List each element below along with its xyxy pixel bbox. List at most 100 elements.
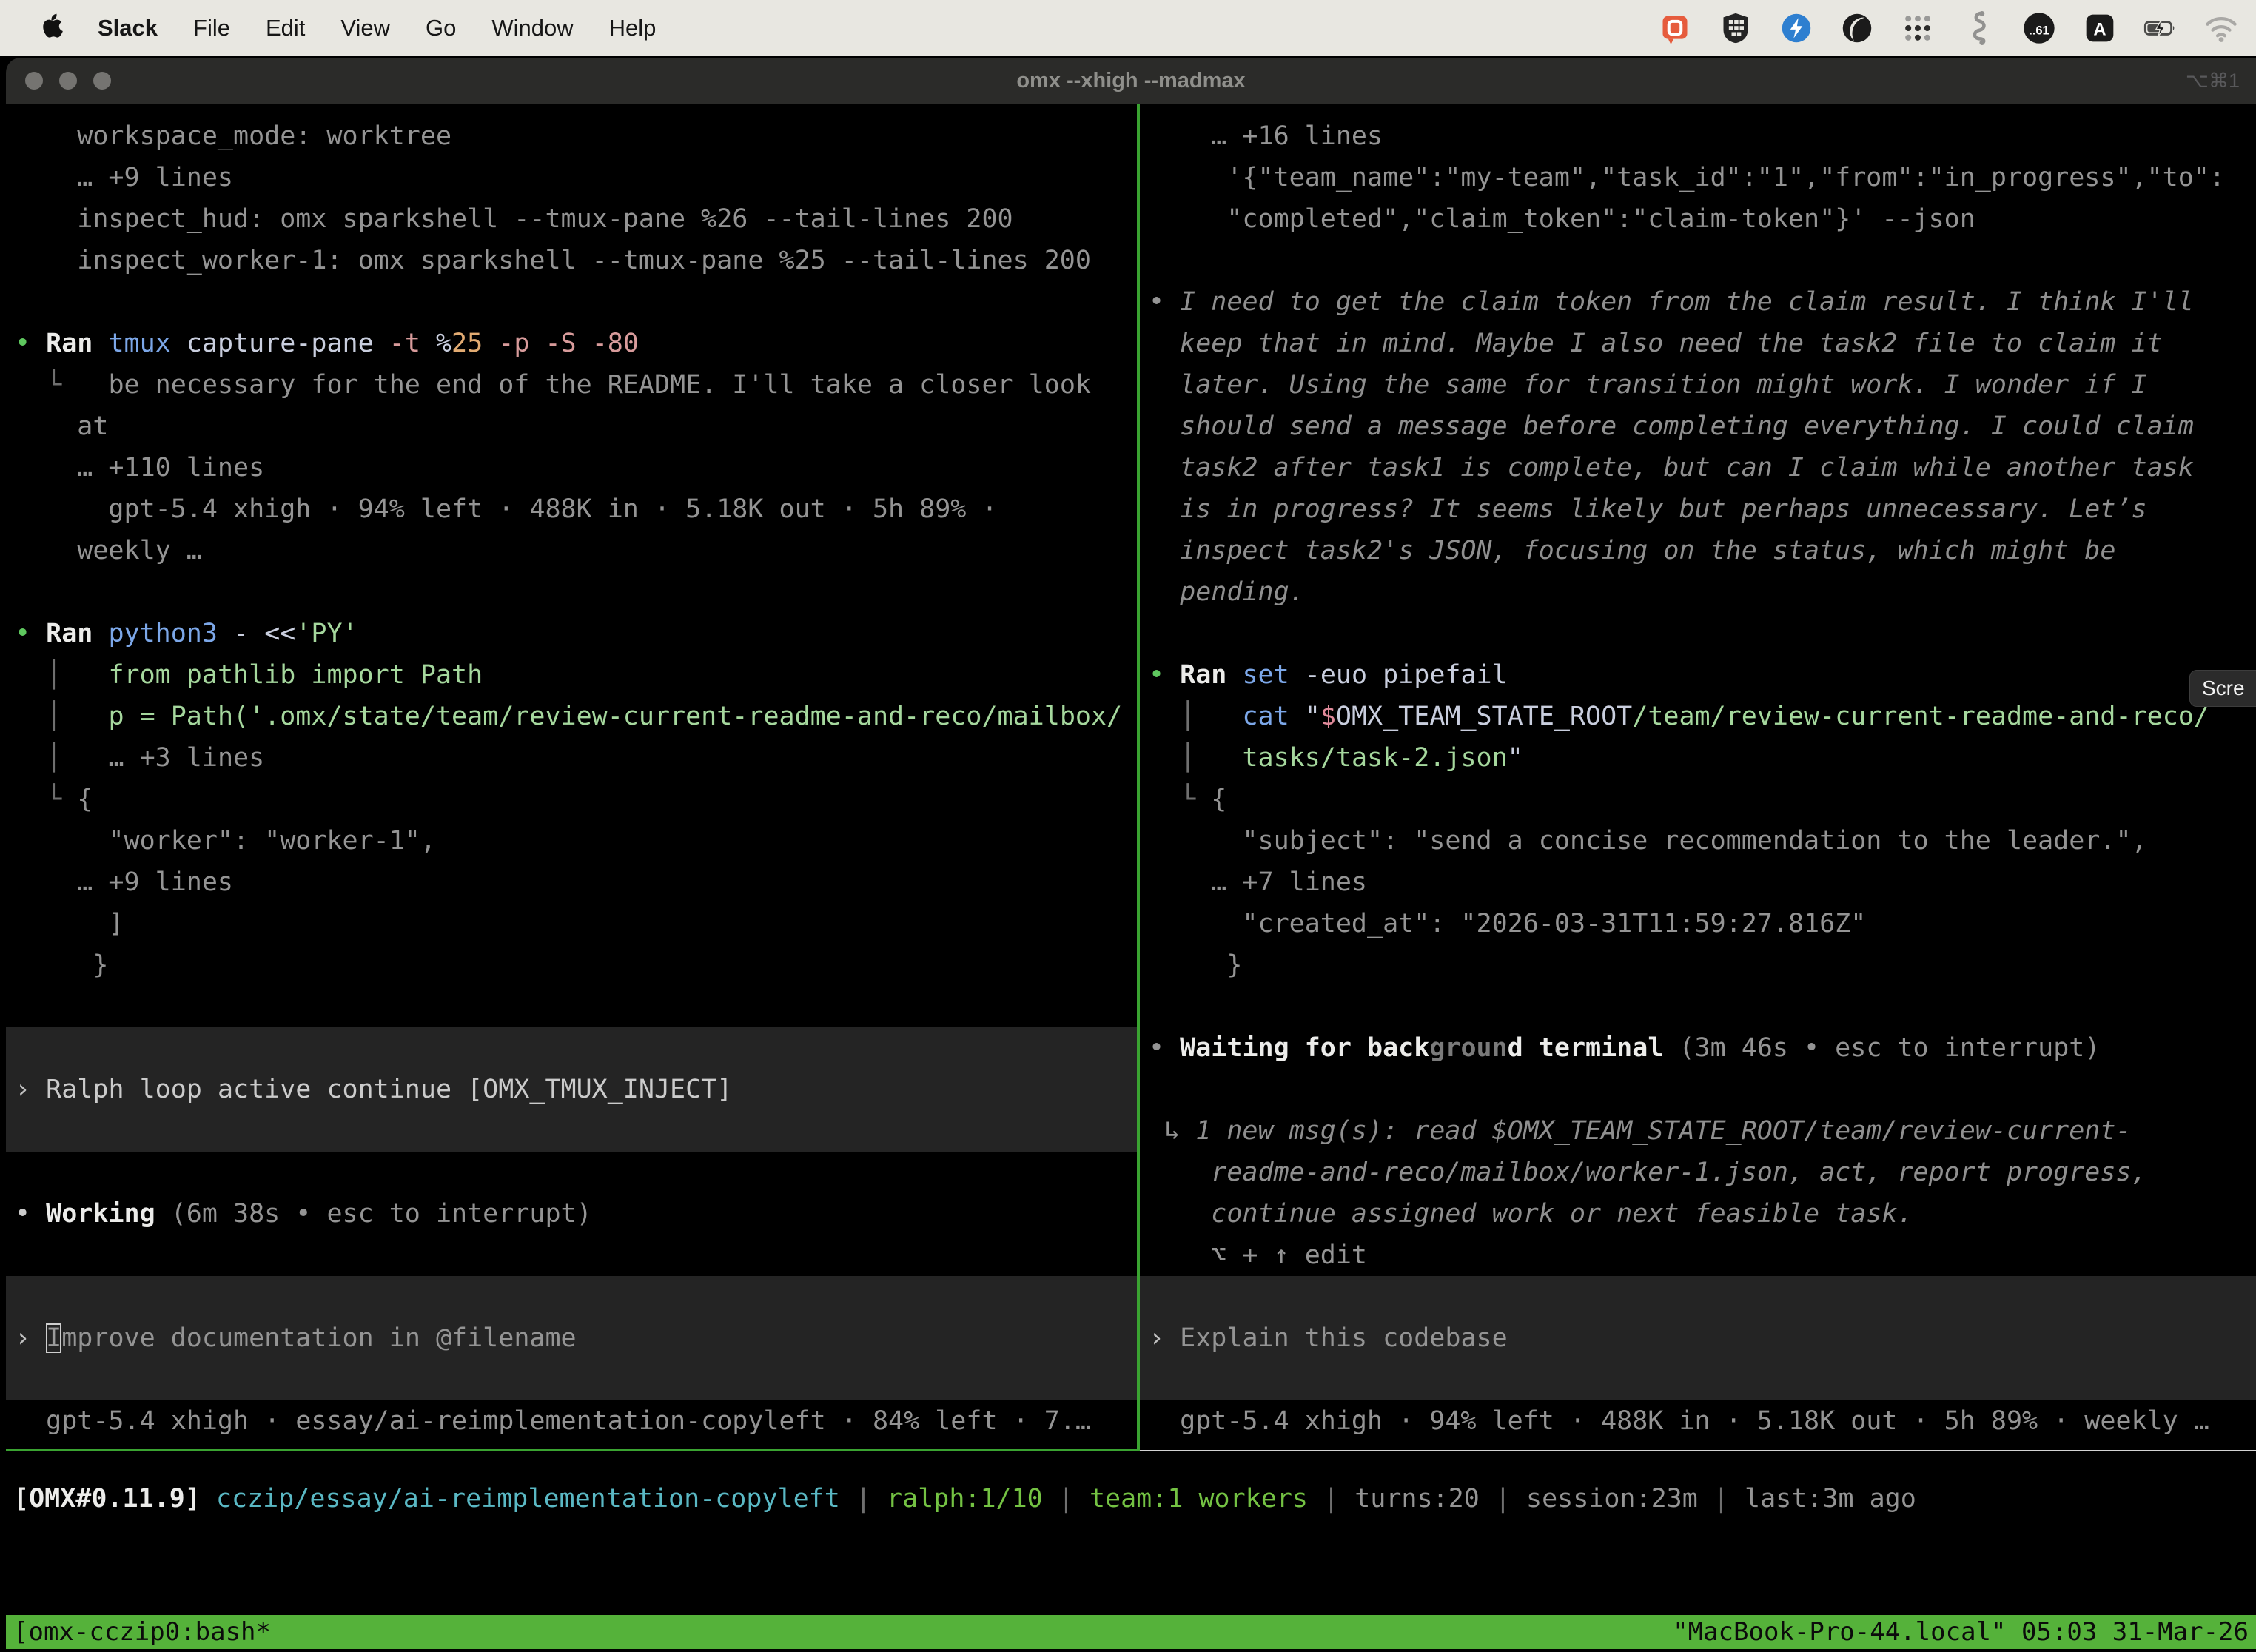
terminal-line: later. Using the same for transition mig… <box>1149 364 2256 406</box>
text-segment: › <box>1149 1323 1180 1353</box>
terminal-line <box>15 1152 1137 1193</box>
text-segment: └ <box>1149 785 1211 814</box>
svg-text:A: A <box>2093 20 2106 40</box>
menu-item-help[interactable]: Help <box>609 15 657 41</box>
terminal-line: at <box>15 406 1137 447</box>
text-segment: … +3 lines <box>77 743 264 773</box>
text-segment: "completed","claim_token":"claim-token"}… <box>1149 204 1975 234</box>
terminal-line <box>1149 240 2256 281</box>
terminal-line: } <box>15 944 1137 986</box>
text-segment: • <box>1149 287 1180 317</box>
screen-tooltip: Scre <box>2189 670 2256 707</box>
terminal-line: pending. <box>1149 571 2256 613</box>
text-segment: Working <box>46 1199 171 1229</box>
terminal-band-line: › Explain this codebase <box>1140 1317 2256 1359</box>
text-segment: set <box>1242 660 1304 690</box>
terminal-band-line <box>6 1359 1137 1400</box>
terminal-line <box>15 571 1137 613</box>
terminal-line: • Ran tmux capture-pane -t %25 -p -S -80 <box>15 323 1137 364</box>
text-segment: << <box>264 619 295 648</box>
text-segment: … +9 lines <box>15 163 233 192</box>
text-segment: I <box>46 1323 61 1353</box>
terminal-line: • I need to get the claim token from the… <box>1149 281 2256 323</box>
shield-grid-icon[interactable] <box>1719 11 1753 45</box>
terminal-line: "completed","claim_token":"claim-token"}… <box>1149 198 2256 240</box>
text-segment: tmux <box>108 329 186 358</box>
left-terminal-pane[interactable]: workspace_mode: worktree … +9 lines insp… <box>6 104 1137 1451</box>
text-segment: weekly … <box>15 536 202 565</box>
dots-grid-icon[interactable] <box>1901 11 1935 45</box>
window-title-bar[interactable]: omx --xhigh --madmax ⌥⌘1 <box>6 58 2256 104</box>
terminal-band-line <box>6 1027 1137 1069</box>
text-segment: I need to get the claim token from the c… <box>1180 287 2194 317</box>
menu-item-edit[interactable]: Edit <box>266 15 305 41</box>
menu-item-view[interactable]: View <box>340 15 390 41</box>
text-segment: - <box>233 619 264 648</box>
input-a-icon[interactable]: A <box>2083 11 2117 45</box>
text-segment: │ <box>15 702 108 731</box>
percent-badge-icon[interactable]: ..61 <box>2022 11 2056 45</box>
wifi-icon[interactable] <box>2204 11 2238 45</box>
text-segment: ralph:1/10 <box>887 1484 1043 1514</box>
crescent-icon[interactable] <box>1840 11 1874 45</box>
apple-icon[interactable] <box>38 12 68 44</box>
text-segment: inspect task2's JSON, focusing on the st… <box>1149 536 2115 565</box>
terminal-line: continue assigned work or next feasible … <box>1149 1193 2256 1235</box>
terminal-line: should send a message before completing … <box>1149 406 2256 447</box>
terminal-line: inspect_hud: omx sparkshell --tmux-pane … <box>15 198 1137 240</box>
text-segment: ⌥ + ↑ edit <box>1149 1240 1367 1270</box>
text-segment: inspect_hud: omx sparkshell --tmux-pane … <box>15 204 1013 234</box>
terminal-window: omx --xhigh --madmax ⌥⌘1 workspace_mode:… <box>6 58 2256 1652</box>
window-shortcut-hint: ⌥⌘1 <box>2186 70 2240 93</box>
text-segment: • <box>15 1199 46 1229</box>
terminal-line: inspect_worker-1: omx sparkshell --tmux-… <box>15 240 1137 281</box>
terminal-band-line <box>1140 1276 2256 1317</box>
terminal-line: ] <box>15 903 1137 944</box>
terminal-line: inspect task2's JSON, focusing on the st… <box>1149 530 2256 571</box>
text-segment: gpt-5.4 xhigh · 94% left · 488K in · 5.1… <box>15 494 998 524</box>
battery-icon[interactable] <box>2143 11 2178 45</box>
text-segment: d terminal <box>1508 1033 1679 1063</box>
right-terminal-pane[interactable]: … +16 lines '{"team_name":"my-team","tas… <box>1140 104 2256 1451</box>
terminal-line: │ from pathlib import Path <box>15 654 1137 696</box>
terminal-line: weekly … <box>15 530 1137 571</box>
menu-item-window[interactable]: Window <box>491 15 573 41</box>
terminal-line: … +110 lines <box>15 447 1137 488</box>
text-segment: | <box>1480 1484 1526 1514</box>
terminal-line: "worker": "worker-1", <box>15 820 1137 862</box>
text-segment: (6m 38s • esc to interrupt) <box>171 1199 592 1229</box>
text-segment: "worker": "worker-1", <box>15 826 436 856</box>
text-segment: p = Path('.omx/state/team/review-current… <box>108 702 1122 731</box>
terminal-line <box>1149 986 2256 1027</box>
text-segment: 1 new msg(s): read $OMX_TEAM_STATE_ROOT/… <box>1195 1116 2131 1146</box>
text-segment: │ <box>1149 743 1242 773</box>
tmux-host-clock: "MacBook-Pro-44.local" 05:03 31-Mar-26 <box>1673 1615 2249 1649</box>
terminal-line: │ cat "$OMX_TEAM_STATE_ROOT/team/review-… <box>1149 696 2256 737</box>
tmux-panes: workspace_mode: worktree … +9 lines insp… <box>6 104 2256 1451</box>
text-segment: -t <box>389 329 436 358</box>
terminal-band-line <box>6 1276 1137 1317</box>
chat-app-icon[interactable] <box>1658 11 1692 45</box>
text-segment: turns:20 <box>1354 1484 1480 1514</box>
blue-bolt-icon[interactable] <box>1779 11 1813 45</box>
menu-item-app[interactable]: Slack <box>98 15 158 41</box>
squiggle-icon[interactable] <box>1961 11 1995 45</box>
terminal-line: workspace_mode: worktree <box>15 115 1137 157</box>
text-segment: is in progress? It seems likely but perh… <box>1149 494 2147 524</box>
text-segment: mprove documentation in @filename <box>61 1323 576 1353</box>
text-segment: later. Using the same for transition mig… <box>1149 370 2147 400</box>
terminal-band-line <box>1140 1359 2256 1400</box>
text-segment: be necessary for the end of the README. … <box>108 370 1091 400</box>
terminal-line: │ p = Path('.omx/state/team/review-curre… <box>15 696 1137 737</box>
text-segment: | <box>1308 1484 1354 1514</box>
text-segment: workspace_mode: worktree <box>15 121 451 151</box>
terminal-line: │ tasks/task-2.json" <box>1149 737 2256 779</box>
text-segment: continue assigned work or next feasible … <box>1149 1199 1913 1229</box>
terminal-line: gpt-5.4 xhigh · essay/ai-reimplementatio… <box>15 1400 1137 1442</box>
text-segment: % <box>436 329 451 358</box>
terminal-line: readme-and-reco/mailbox/worker-1.json, a… <box>1149 1152 2256 1193</box>
menu-item-go[interactable]: Go <box>426 15 456 41</box>
text-segment: › <box>15 1323 46 1353</box>
menu-item-file[interactable]: File <box>193 15 230 41</box>
text-segment: │ <box>1149 702 1242 731</box>
